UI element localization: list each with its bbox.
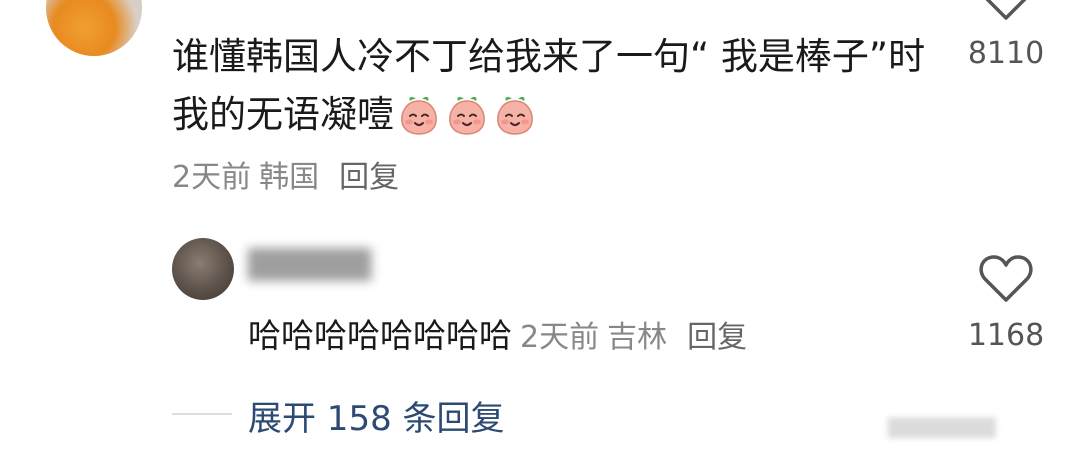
watermark-blurred: ▇▇▇▇▇▇▇ [888, 414, 996, 438]
comment-text: 谁懂韩国人冷不丁给我来了一句“ 我是棒子”时我的无语凝噎 [172, 28, 932, 146]
like-count: 8110 [967, 36, 1045, 71]
reply-reply-button[interactable]: 回复 [687, 320, 747, 355]
comment-location: 韩国 [259, 160, 320, 195]
reply-text-line: 哈哈哈哈哈哈哈哈 2天前 吉林 回复 [248, 309, 755, 357]
comment-body: 谁懂韩国人冷不丁给我来了一句“ 我是棒子”时我的无语凝噎 [172, 35, 926, 136]
heart-icon[interactable] [978, 0, 1034, 20]
expand-divider [172, 413, 232, 415]
expand-replies-button[interactable]: 展开 158 条回复 [248, 391, 505, 440]
emoji-group [398, 88, 542, 146]
reply-meta: 2天前 吉林 回复 [520, 320, 755, 355]
peach-face-emoji-icon [401, 96, 437, 135]
reply-like-count: 1168 [967, 318, 1045, 353]
peach-face-emoji-icon [449, 96, 485, 135]
reply-time: 2天前 [520, 320, 600, 355]
reply-location: 吉林 [607, 320, 668, 355]
comment-time: 2天前 [172, 160, 252, 195]
comment-meta: 2天前 韩国 回复 [172, 152, 407, 196]
reply-author-name-blurred[interactable]: ▇▇▇▇▇ [248, 243, 468, 287]
avatar[interactable] [46, 0, 142, 56]
reply-button[interactable]: 回复 [339, 160, 399, 195]
reply-avatar[interactable] [172, 238, 234, 300]
peach-face-emoji-icon [497, 96, 533, 135]
heart-icon[interactable] [978, 254, 1034, 304]
reply-body: 哈哈哈哈哈哈哈哈 [248, 316, 512, 355]
